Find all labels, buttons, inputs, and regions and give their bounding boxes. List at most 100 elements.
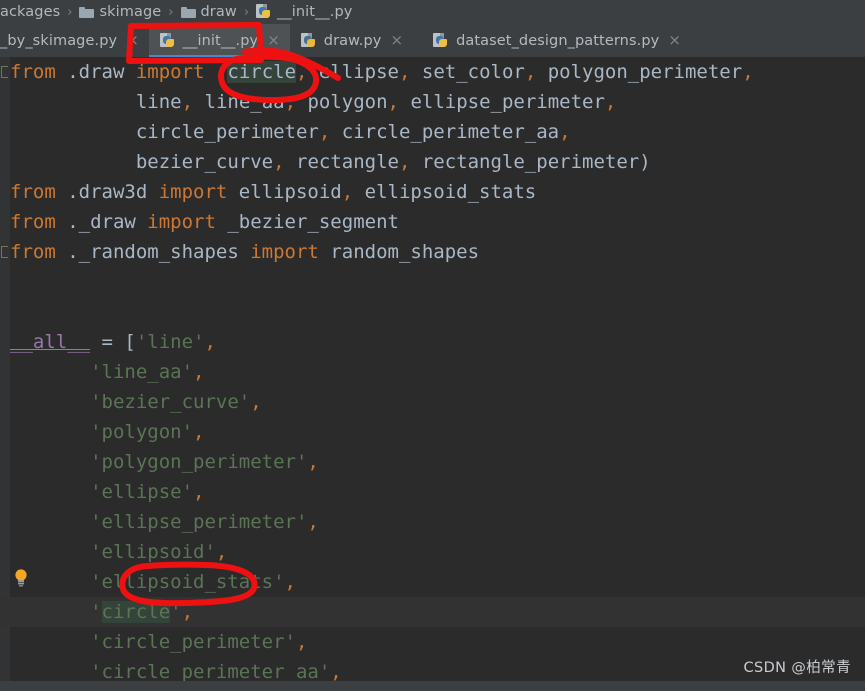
tab-draw-py[interactable]: draw.py ×	[290, 24, 413, 57]
code-token: 'line'	[135, 331, 205, 353]
ide-window: ackages › skimage › draw › __init__.py _…	[0, 0, 865, 691]
code-line[interactable]: 'ellipsoid_stats',	[0, 567, 865, 597]
code-line[interactable]: 'circle_perimeter',	[0, 627, 865, 657]
tab-label: draw.py	[323, 32, 382, 49]
code-token: 'ellipse_perimeter'	[90, 511, 308, 533]
breadcrumb-item-packages[interactable]: ackages	[0, 4, 60, 20]
code-token: 'ellipsoid'	[90, 541, 216, 563]
code-line[interactable]: 'circle',	[0, 597, 865, 627]
code-line[interactable]	[0, 297, 865, 327]
code-line[interactable]: line, line_aa, polygon, ellipse_perimete…	[0, 87, 865, 117]
code-token: 'circle_perimeter'	[90, 631, 296, 653]
code-line[interactable]: bezier_curve, rectangle, rectangle_perim…	[0, 147, 865, 177]
tab-dataset-design-patterns-py[interactable]: dataset_design_patterns.py ×	[413, 24, 691, 57]
code-line[interactable]: 'ellipse_perimeter',	[0, 507, 865, 537]
status-bar-strip	[0, 681, 865, 691]
breadcrumb-item-skimage[interactable]: skimage	[79, 4, 161, 20]
code-line[interactable]	[0, 267, 865, 297]
code-token: set_color	[410, 61, 525, 83]
code-token: ,	[204, 331, 216, 353]
code-line[interactable]: from ._random_shapes import random_shape…	[0, 237, 865, 267]
close-icon[interactable]: ×	[126, 33, 139, 48]
close-icon[interactable]: ×	[267, 33, 280, 48]
tab-init-py[interactable]: __init__.py ×	[148, 24, 290, 57]
python-file-icon-modified	[300, 32, 317, 49]
folder-icon	[180, 6, 196, 18]
code-token: = [	[90, 331, 136, 353]
tab-by-skimage[interactable]: _by_skimage.py ×	[0, 24, 149, 57]
breadcrumb-label: __init__.py	[277, 4, 353, 20]
breadcrumb-item-draw[interactable]: draw	[180, 4, 237, 20]
code-token: line_aa	[193, 91, 285, 113]
code-content[interactable]: from .draw import (circle, ellipse, set_…	[0, 57, 865, 691]
code-fold-icon[interactable]	[1, 66, 8, 78]
code-token: 'ellipsoid_stats'	[90, 571, 285, 593]
code-token: import	[135, 61, 205, 83]
code-token: ,	[284, 91, 297, 113]
tab-label: dataset_design_patterns.py	[456, 32, 660, 49]
code-token: import	[147, 211, 216, 233]
code-token: circle_perimeter	[135, 121, 319, 143]
code-token: 'polygon_perimeter'	[90, 451, 308, 473]
breadcrumb-item-init-file[interactable]: __init__.py	[256, 4, 352, 20]
code-line[interactable]: from .draw3d import ellipsoid, ellipsoid…	[0, 177, 865, 207]
code-token: ._draw	[55, 211, 148, 233]
code-token: ,	[193, 481, 205, 503]
code-token: line	[135, 91, 182, 113]
code-editor[interactable]: from .draw import (circle, ellipse, set_…	[0, 57, 865, 691]
code-line[interactable]: 'bezier_curve',	[0, 387, 865, 417]
code-line[interactable]: __all__ = ['line',	[0, 327, 865, 357]
code-token: ,	[296, 61, 308, 83]
code-token: ,	[273, 151, 285, 173]
close-icon[interactable]: ×	[390, 33, 403, 48]
code-token: ,	[524, 61, 537, 83]
breadcrumb: ackages › skimage › draw › __init__.py	[0, 0, 865, 24]
code-token: bezier_curve	[135, 151, 274, 173]
code-token: ellipse	[307, 61, 399, 83]
code-token: 'bezier_curve'	[90, 391, 251, 413]
code-fold-icon[interactable]	[1, 246, 8, 258]
code-token: ellipse_perimeter	[399, 91, 605, 113]
lightbulb-icon[interactable]	[13, 568, 29, 588]
code-line[interactable]: 'polygon',	[0, 417, 865, 447]
code-token: ellipsoid	[227, 181, 342, 203]
close-icon[interactable]: ×	[668, 33, 681, 48]
code-token: 'ellipse'	[90, 481, 194, 503]
code-token: ,	[295, 631, 308, 653]
code-line[interactable]: 'ellipse',	[0, 477, 865, 507]
code-token: (	[204, 61, 228, 83]
breadcrumb-label: draw	[200, 4, 237, 20]
highlighted-token: circle	[101, 601, 171, 623]
code-token: circle_perimeter_aa	[330, 121, 560, 143]
code-token: 'circle_perimeter_aa'	[90, 661, 331, 683]
code-token: ellipsoid_stats	[353, 181, 537, 203]
code-token: polygon_perimeter	[536, 61, 743, 83]
code-line[interactable]: from .draw import (circle, ellipse, set_…	[0, 57, 865, 87]
code-line[interactable]: 'ellipsoid',	[0, 537, 865, 567]
code-token: import	[250, 241, 319, 263]
python-file-icon	[256, 4, 272, 20]
code-line[interactable]: circle_perimeter, circle_perimeter_aa,	[0, 117, 865, 147]
code-token: ,	[742, 61, 754, 83]
code-token: ,	[398, 151, 411, 173]
code-token: polygon	[296, 91, 388, 113]
code-line[interactable]: from ._draw import _bezier_segment	[0, 207, 865, 237]
code-token: ,	[604, 91, 617, 113]
breadcrumb-label: skimage	[99, 4, 162, 20]
code-token: rectangle	[284, 151, 399, 173]
code-token: from	[10, 181, 56, 203]
code-token: ,	[284, 571, 296, 593]
code-line[interactable]: 'line_aa',	[0, 357, 865, 387]
code-line[interactable]: 'polygon_perimeter',	[0, 447, 865, 477]
